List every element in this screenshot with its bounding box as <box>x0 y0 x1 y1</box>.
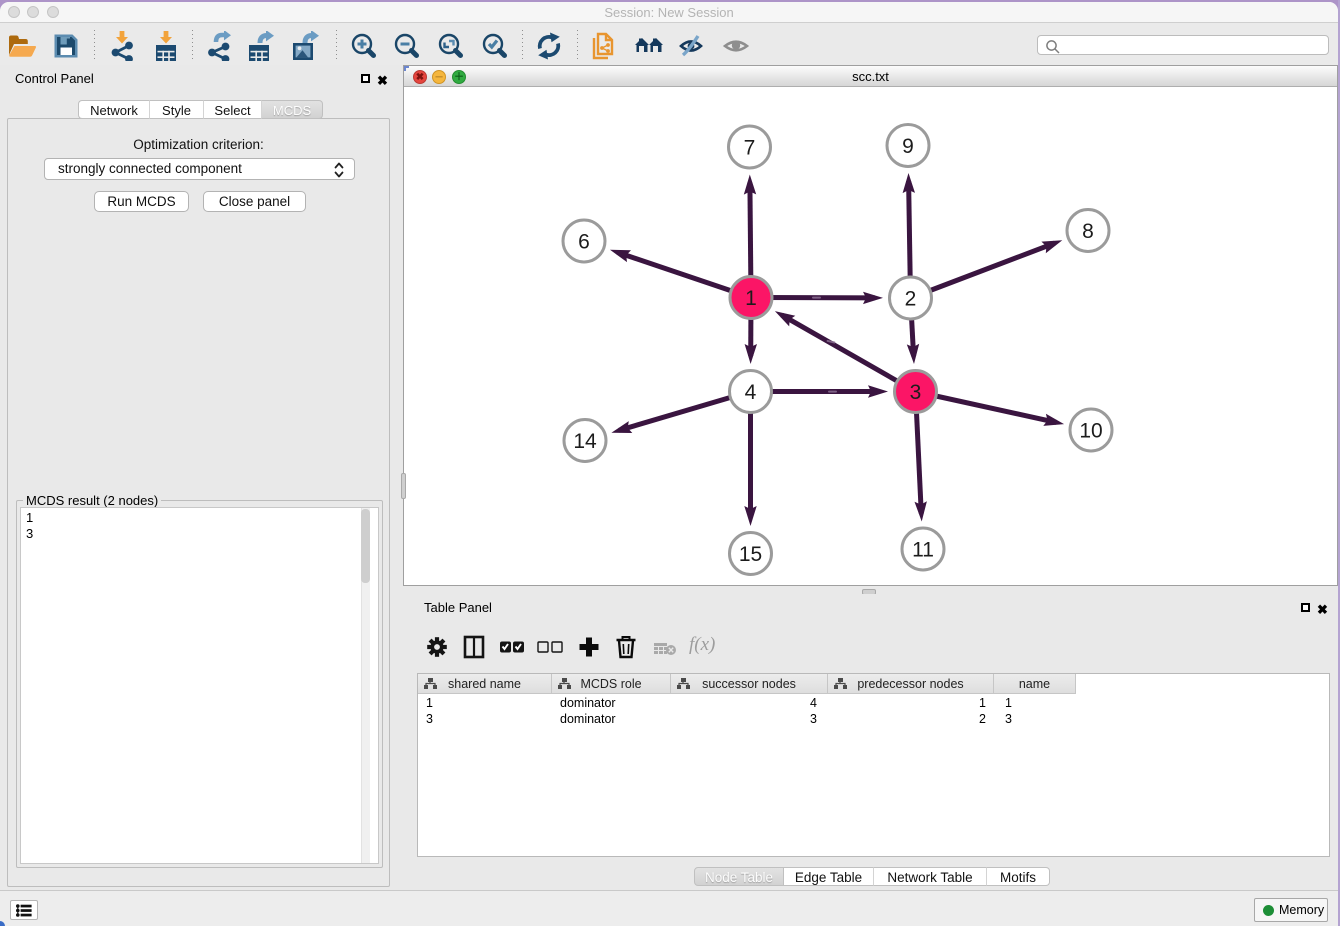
svg-text:2: 2 <box>905 288 917 311</box>
svg-text:8: 8 <box>1082 220 1094 243</box>
svg-text:3: 3 <box>910 381 922 404</box>
svg-text:6: 6 <box>578 231 590 254</box>
svg-text:10: 10 <box>1079 420 1102 443</box>
svg-text:1: 1 <box>745 287 757 310</box>
svg-text:15: 15 <box>739 543 762 566</box>
svg-text:11: 11 <box>912 539 934 562</box>
svg-text:14: 14 <box>573 430 597 453</box>
svg-text:4: 4 <box>745 381 757 404</box>
svg-text:7: 7 <box>744 137 756 160</box>
svg-text:9: 9 <box>902 135 914 158</box>
